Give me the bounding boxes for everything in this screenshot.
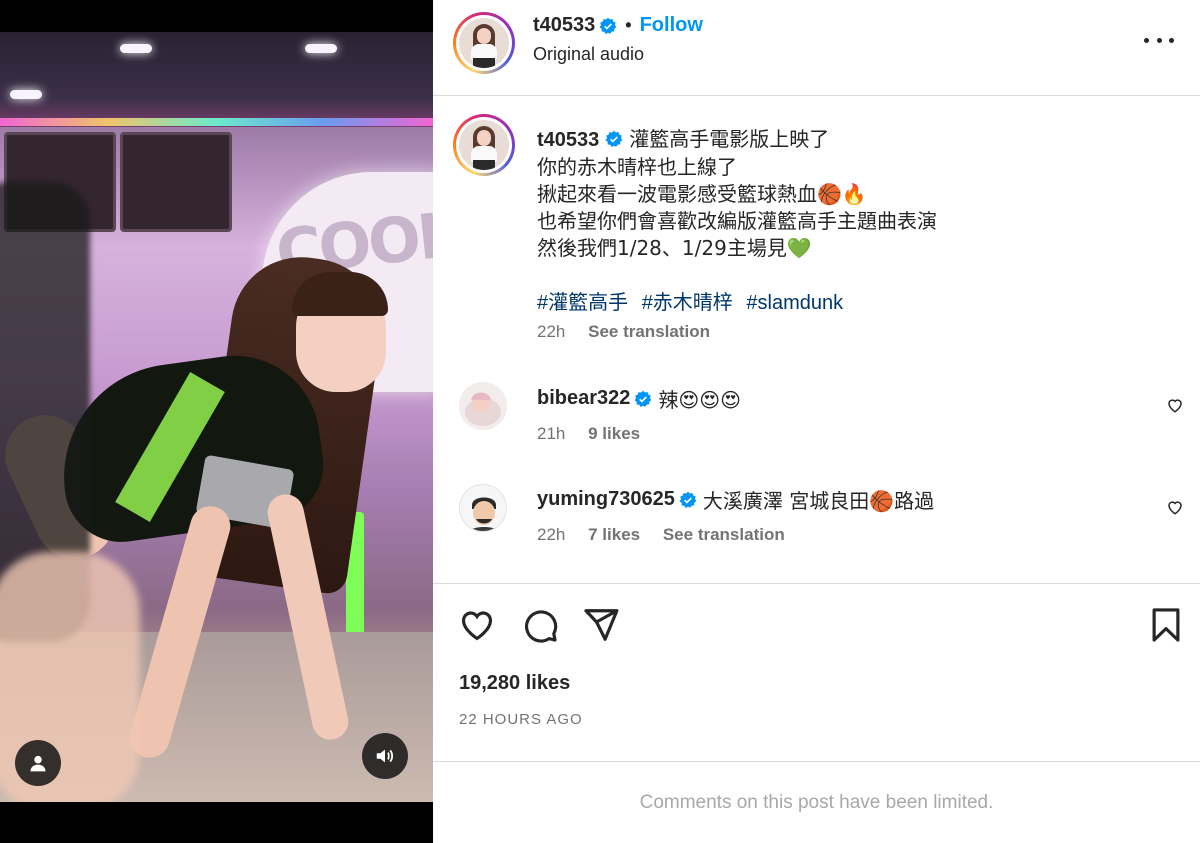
audio-link[interactable]: Original audio — [533, 44, 703, 65]
more-dot-icon — [1169, 37, 1174, 43]
post-actions: 19,280 likes 22 HOURS AGO — [433, 584, 1200, 762]
like-comment-heart-icon[interactable] — [1166, 498, 1184, 516]
comment-meta: 22h 7 likes See translation — [537, 525, 803, 545]
follow-button[interactable]: Follow — [640, 14, 703, 37]
comment-text: 大溪廣澤 宮城良田🏀路過 — [702, 489, 935, 513]
caption-line: 你的赤木晴梓也上線了 — [537, 155, 737, 179]
verified-badge-icon — [605, 130, 623, 147]
commenter-photo — [459, 382, 507, 430]
author-username[interactable]: t40533 — [533, 14, 595, 37]
caption-line: 揪起來看一波電影感受籃球熱血🏀🔥 — [537, 182, 867, 206]
caption-line: 然後我們1/28、1/29主場見💚 — [537, 236, 812, 260]
caption-avatar[interactable] — [453, 114, 515, 176]
comments-limited-notice: Comments on this post have been limited. — [639, 792, 994, 813]
verified-badge-icon — [634, 390, 652, 407]
caption-username[interactable]: t40533 — [537, 129, 599, 151]
comment-row: bibear322 辣😍😍😍 — [537, 384, 741, 413]
stage-light — [10, 90, 42, 99]
hashtag-link[interactable]: #灌籃高手 — [537, 292, 628, 314]
more-dot-icon — [1156, 37, 1162, 43]
like-comment-heart-icon[interactable] — [1166, 396, 1184, 414]
user-icon — [30, 755, 46, 772]
share-paper-plane-icon[interactable] — [582, 606, 620, 644]
caption-meta: 22h See translation — [537, 322, 728, 342]
comment-time[interactable]: 21h — [537, 424, 565, 443]
post-media: COOL — [0, 0, 433, 843]
comment-username[interactable]: bibear322 — [537, 387, 630, 410]
reel-video[interactable]: COOL — [0, 32, 433, 802]
comment-time[interactable]: 22h — [537, 525, 565, 544]
stage-speaker — [120, 132, 232, 232]
commenter-avatar[interactable] — [459, 484, 507, 532]
comment-meta: 21h 9 likes — [537, 424, 658, 444]
verified-badge-icon — [679, 491, 697, 508]
comment-likes[interactable]: 7 likes — [588, 525, 640, 544]
stage-light — [305, 44, 337, 53]
comment-likes[interactable]: 9 likes — [588, 424, 640, 443]
tagged-users-button[interactable] — [15, 740, 61, 786]
post-timestamp[interactable]: 22 HOURS AGO — [459, 711, 583, 728]
author-info: t40533 • Follow Original audio — [533, 14, 703, 65]
speaker-icon — [376, 749, 394, 763]
caption-hashtags: #灌籃高手 #赤木晴梓 #slamdunk — [537, 286, 851, 315]
more-dot-icon — [1144, 37, 1149, 43]
post-detail-panel: t40533 • Follow Original audio t40533 灌籃… — [433, 0, 1200, 843]
more-options-button[interactable] — [1144, 28, 1174, 52]
caption-line: 也希望你們會喜歡改編版灌籃高手主題曲表演 — [537, 209, 937, 233]
stage-ceiling — [0, 32, 433, 127]
caption: t40533 灌籃高手電影版上映了 你的赤木晴梓也上線了 揪起來看一波電影感受籃… — [537, 126, 1057, 262]
commenter-photo — [460, 485, 506, 531]
stage-light — [120, 44, 152, 53]
separator-dot: • — [625, 15, 632, 35]
neon-strip — [0, 118, 433, 126]
see-translation-link[interactable]: See translation — [588, 322, 710, 341]
comment-text: 辣😍😍😍 — [658, 388, 741, 412]
like-count[interactable]: 19,280 likes — [459, 672, 570, 695]
caption-time[interactable]: 22h — [537, 322, 565, 341]
mute-toggle-button[interactable] — [362, 733, 408, 779]
save-bookmark-icon[interactable] — [1147, 606, 1185, 644]
author-avatar[interactable] — [453, 12, 515, 74]
hashtag-link[interactable]: #slamdunk — [746, 292, 843, 314]
like-heart-icon[interactable] — [458, 606, 496, 644]
comment-bubble-icon[interactable] — [521, 606, 559, 644]
caption-line: 灌籃高手電影版上映了 — [629, 127, 830, 151]
comment-row: yuming730625 大溪廣澤 宮城良田🏀路過 — [537, 485, 934, 514]
verified-badge-icon — [599, 17, 617, 34]
commenter-avatar[interactable] — [459, 382, 507, 430]
hashtag-link[interactable]: #赤木晴梓 — [642, 292, 733, 314]
see-translation-link[interactable]: See translation — [663, 525, 785, 544]
comment-username[interactable]: yuming730625 — [537, 488, 675, 511]
post-header: t40533 • Follow Original audio — [433, 0, 1200, 96]
